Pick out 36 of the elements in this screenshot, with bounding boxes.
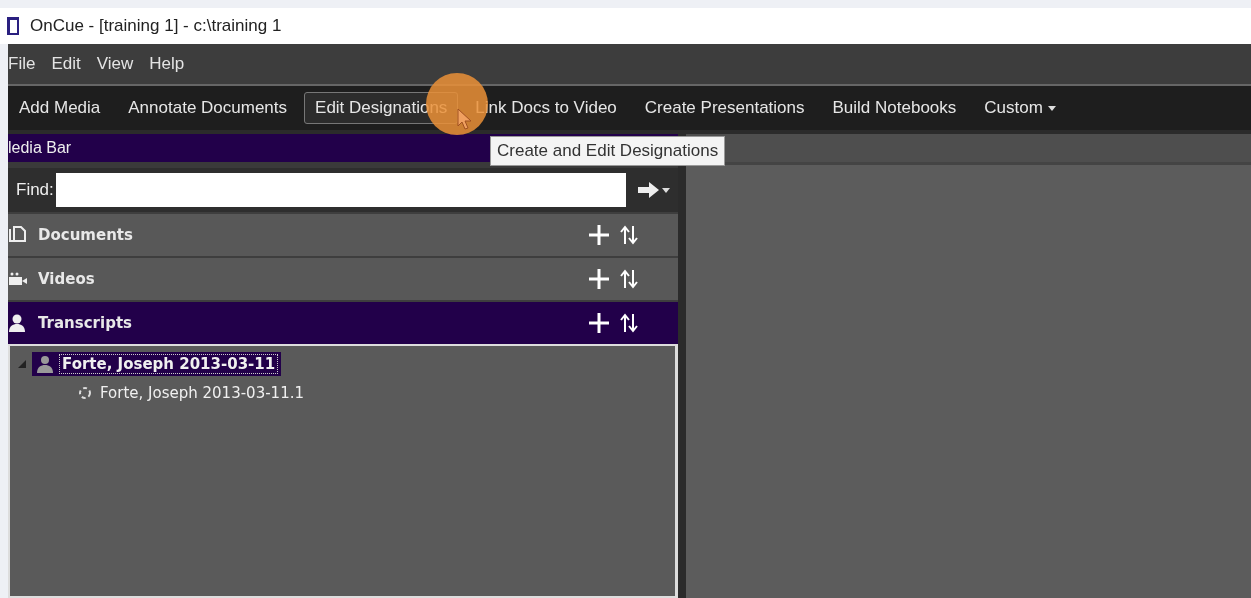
- toolbar-button[interactable]: Add Media: [8, 92, 112, 124]
- toolbar-button[interactable]: Build Notebooks: [821, 92, 968, 124]
- app-icon: [6, 16, 20, 36]
- person-icon: [8, 313, 28, 333]
- find-label: Find:: [16, 180, 54, 200]
- toolbar-button[interactable]: Annotate Documents: [117, 92, 299, 124]
- documents-icon: [8, 225, 28, 245]
- arrow-right-icon[interactable]: [638, 182, 660, 198]
- menu-item[interactable]: Edit: [51, 54, 81, 74]
- section-header[interactable]: Videos: [8, 256, 678, 300]
- tree-item[interactable]: Forte, Joseph 2013-03-11: [32, 352, 282, 376]
- sort-icon[interactable]: [620, 313, 638, 333]
- person-icon: [36, 355, 54, 373]
- section-label: Videos: [38, 270, 96, 288]
- section-label: Documents: [38, 226, 134, 244]
- find-field[interactable]: [55, 173, 626, 207]
- add-icon[interactable]: [588, 268, 610, 290]
- menu-item[interactable]: View: [96, 54, 134, 74]
- sort-icon[interactable]: [620, 269, 638, 289]
- add-icon[interactable]: [588, 312, 610, 334]
- toolbar-button[interactable]: Custom: [973, 92, 1067, 124]
- tree-item[interactable]: Forte, Joseph 2013-03-11.1: [98, 384, 306, 402]
- add-icon[interactable]: [588, 224, 610, 246]
- tooltip: Create and Edit Designations: [490, 136, 726, 166]
- window-title: OnCue - [training 1] - c:\training 1: [30, 16, 282, 36]
- menu-item[interactable]: File: [8, 54, 36, 74]
- section-label: Transcripts: [38, 314, 133, 332]
- toolbar-button[interactable]: Create Presentations: [633, 92, 816, 124]
- panel-title: ledia Bar: [8, 139, 72, 157]
- cursor-icon: [457, 108, 473, 130]
- sort-icon[interactable]: [620, 225, 638, 245]
- section-header[interactable]: Transcripts: [8, 300, 678, 344]
- loading-icon: [78, 386, 92, 400]
- section-header[interactable]: Documents: [8, 212, 678, 256]
- caret-icon[interactable]: [662, 187, 670, 193]
- menu-item[interactable]: Help: [149, 54, 185, 74]
